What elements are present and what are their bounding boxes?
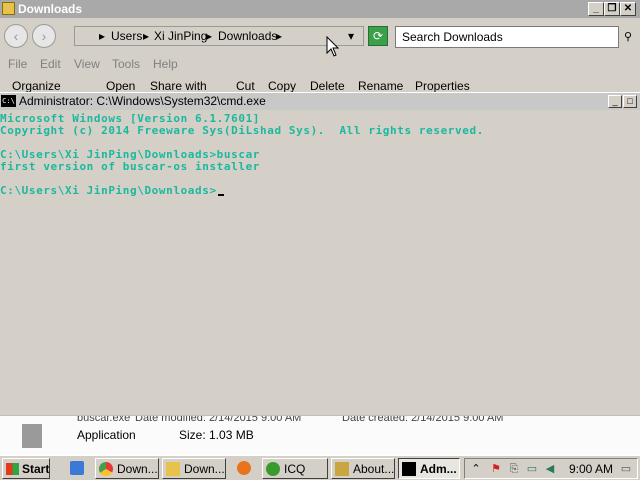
chrome-icon (99, 462, 113, 476)
maximize-button[interactable]: □ (623, 95, 637, 108)
file-size: Size: 1.03 MB (179, 428, 254, 442)
network-icon[interactable]: ▭ (525, 462, 539, 476)
task-label: Down... (184, 462, 225, 476)
refresh-button[interactable]: ⟳ (368, 26, 388, 46)
file-name: buscar.exe (77, 415, 131, 424)
close-button[interactable]: ✕ (620, 2, 636, 16)
taskbar-item-folder[interactable]: Down... (162, 458, 226, 479)
taskbar-item-icq[interactable]: ICQ (262, 458, 328, 479)
system-tray: ⌃ ⚑ ⎘ ▭ ◀ 9:00 AM ▭ (464, 458, 638, 479)
chevron-right-icon: ▸ (143, 29, 150, 43)
organize-button[interactable]: Organize (12, 79, 61, 92)
explorer-title: Downloads (18, 2, 83, 16)
date-modified: Date modified: 2/14/2015 9:00 AM (135, 415, 302, 424)
menu-file[interactable]: File (8, 57, 27, 71)
breadcrumb-downloads[interactable]: Downloads (218, 29, 277, 43)
copy-button[interactable]: Copy (268, 79, 296, 92)
icq-icon (266, 462, 280, 476)
cmd-icon: C:\ (1, 95, 16, 107)
minimize-button[interactable]: _ (588, 2, 604, 16)
chevron-up-icon[interactable]: ⌃ (469, 462, 483, 476)
menu-help[interactable]: Help (153, 57, 178, 71)
cmd-console[interactable]: Microsoft Windows [Version 6.1.7601] Cop… (0, 110, 640, 415)
firefox-icon[interactable] (237, 461, 251, 475)
application-file-icon (22, 424, 42, 448)
details-pane: buscar.exe Date modified: 2/14/2015 9:00… (0, 415, 640, 455)
cmd-icon (402, 462, 416, 476)
taskbar-item-about[interactable]: About... (331, 458, 395, 479)
breadcrumb-user[interactable]: Xi JinPing (154, 29, 207, 43)
task-label: About... (353, 462, 395, 476)
folder-icon (166, 462, 180, 476)
address-row: ‹ › ▸ Users ▸ Xi JinPing ▸ Downloads ▸ ▾… (0, 18, 640, 54)
console-line: first version of buscar-os installer (0, 160, 261, 173)
back-button[interactable]: ‹ (4, 24, 28, 48)
file-type: Application (77, 428, 136, 442)
menu-tools[interactable]: Tools (112, 57, 140, 71)
rename-button[interactable]: Rename (358, 79, 403, 92)
clock[interactable]: 9:00 AM (569, 462, 613, 476)
start-label: Start (22, 462, 50, 476)
start-button[interactable]: Start (2, 458, 50, 479)
volume-icon[interactable]: ◀ (543, 462, 557, 476)
taskbar-item-chrome[interactable]: Down... (95, 458, 159, 479)
action-center-flag-icon[interactable]: ⚑ (489, 462, 503, 476)
menu-view[interactable]: View (74, 57, 100, 71)
taskbar-item-cmd[interactable]: Adm... (398, 458, 460, 479)
delete-button[interactable]: Delete (310, 79, 345, 92)
show-desktop-icon[interactable] (70, 461, 84, 475)
about-icon (335, 462, 349, 476)
forward-button[interactable]: › (32, 24, 56, 48)
windows-logo-icon (6, 463, 19, 475)
console-line: C:\Users\Xi JinPing\Downloads> (0, 184, 217, 197)
cut-button[interactable]: Cut (236, 79, 255, 92)
explorer-title-bar[interactable]: Downloads _ ❐ ✕ (0, 0, 640, 18)
chevron-right-icon: ▸ (276, 29, 283, 43)
folder-icon (2, 2, 15, 15)
menu-bar: File Edit View Tools Help (0, 54, 640, 74)
task-label: ICQ (284, 462, 306, 476)
chevron-right-icon: ▸ (99, 29, 106, 43)
show-desktop-icon[interactable]: ▭ (619, 462, 633, 476)
restore-button[interactable]: ❐ (604, 2, 620, 16)
taskbar: Start Down... Down... ICQ About... Adm..… (0, 455, 640, 480)
usb-icon[interactable]: ⎘ (507, 462, 521, 476)
search-icon[interactable]: ⚲ (624, 30, 632, 43)
address-bar[interactable]: ▸ Users ▸ Xi JinPing ▸ Downloads ▸ ▾ (74, 26, 364, 46)
desktop: Downloads _ ❐ ✕ ‹ › ▸ Users ▸ Xi JinPing… (0, 0, 640, 480)
minimize-button[interactable]: _ (608, 95, 622, 108)
cmd-title-bar[interactable]: C:\ Administrator: C:\Windows\System32\c… (0, 92, 640, 110)
console-line: Copyright (c) 2014 Freeware Sys(DiLshad … (0, 124, 484, 137)
date-created: Date created: 2/14/2015 9:00 AM (342, 415, 504, 424)
properties-button[interactable]: Properties (415, 79, 470, 92)
command-bar: Organize Open Share with Cut Copy Delete… (0, 76, 640, 92)
task-label: Adm... (420, 462, 457, 476)
menu-edit[interactable]: Edit (40, 57, 61, 71)
share-with-button[interactable]: Share with (150, 79, 207, 92)
text-cursor (217, 194, 224, 196)
breadcrumb-users[interactable]: Users (111, 29, 142, 43)
open-button[interactable]: Open (106, 79, 135, 92)
chevron-down-icon[interactable]: ▾ (348, 29, 354, 43)
console-prompt[interactable]: C:\Users\Xi JinPing\Downloads> (0, 184, 224, 197)
search-input[interactable]: Search Downloads (395, 26, 619, 48)
chevron-right-icon: ▸ (206, 29, 213, 43)
cmd-title: Administrator: C:\Windows\System32\cmd.e… (19, 94, 266, 108)
mouse-pointer-icon (326, 36, 340, 57)
task-label: Down... (117, 462, 158, 476)
